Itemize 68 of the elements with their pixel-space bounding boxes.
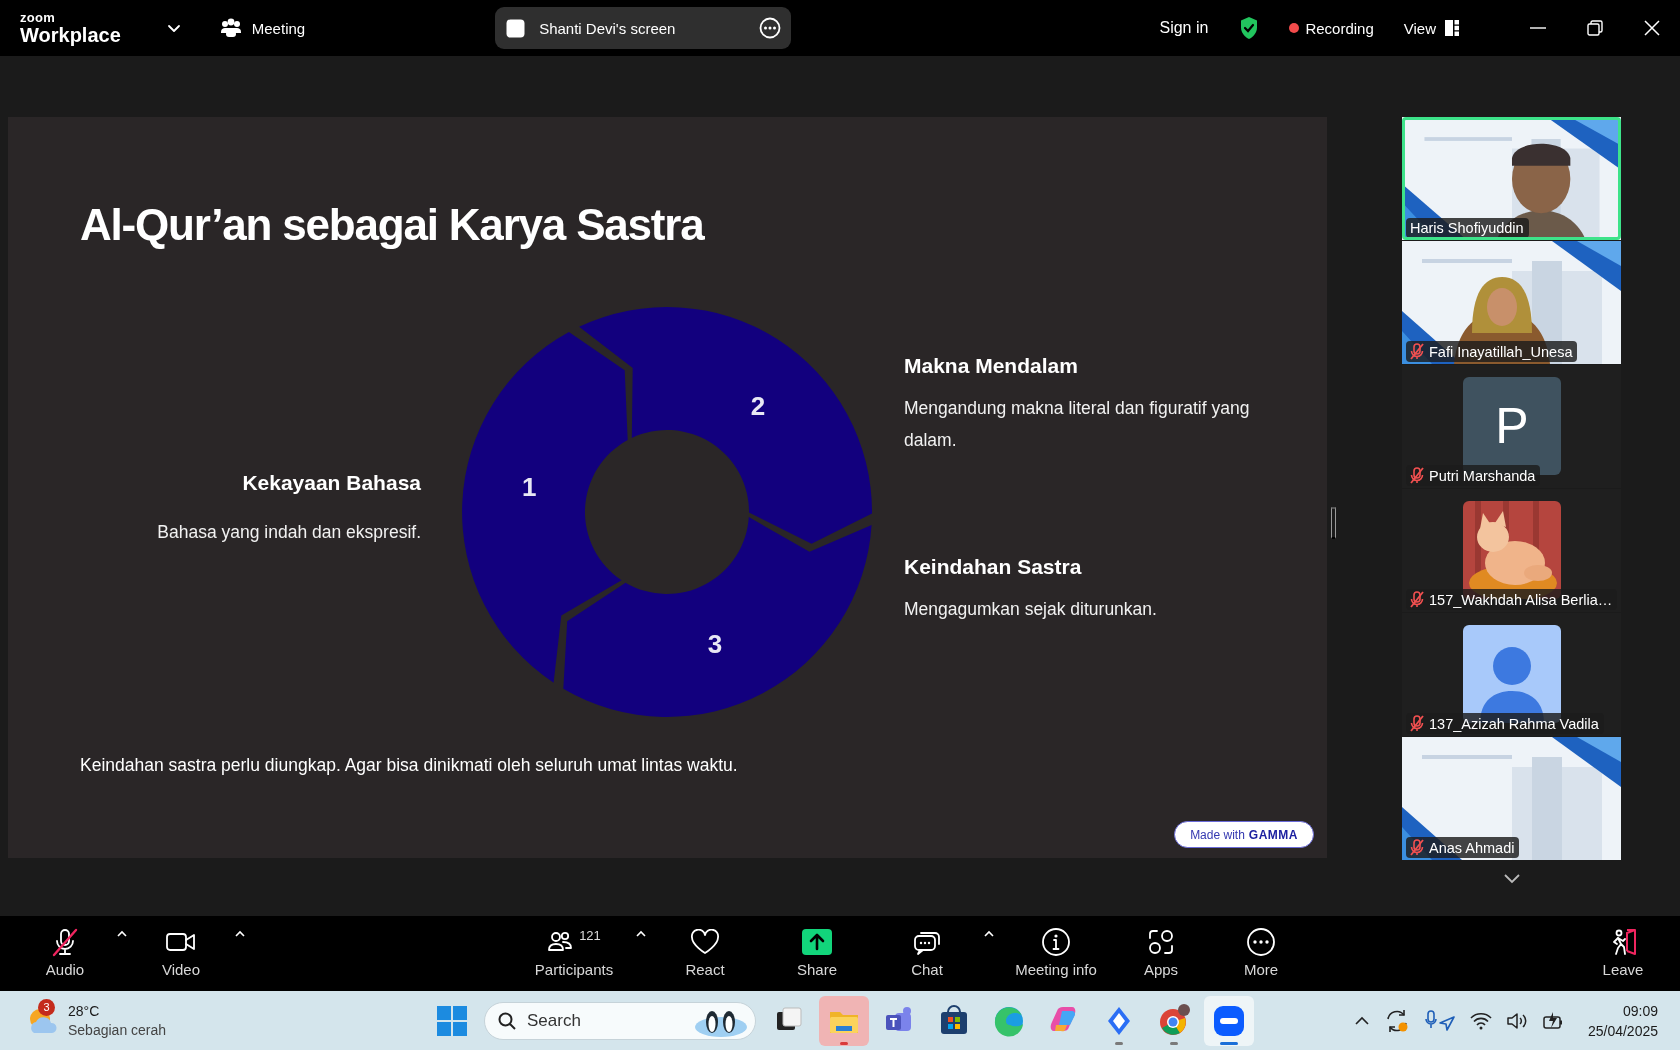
point-heading: Makna Mendalam xyxy=(904,353,1079,379)
caret-up-icon xyxy=(636,930,646,937)
weather-widget[interactable]: 3 28°C Sebagian cerah xyxy=(26,1001,167,1040)
mic-location-icon xyxy=(1423,1008,1456,1033)
people-icon xyxy=(219,18,242,38)
view-button[interactable]: View xyxy=(1403,19,1459,37)
chevron-up-icon xyxy=(1353,1015,1370,1026)
point-text: Mengandung makna literal dan figuratif yang dalam. xyxy=(904,397,1251,452)
caret-up-icon xyxy=(235,930,245,937)
participant-name: Fafi Inayatillah_Unesa xyxy=(1406,341,1578,362)
minimize-icon xyxy=(1529,27,1546,29)
toolbar-button[interactable]: Apps xyxy=(1111,916,1211,978)
search-field[interactable]: Search xyxy=(484,1001,756,1040)
segment-number: 2 xyxy=(750,390,766,421)
windows-icon xyxy=(437,1005,467,1036)
volume-icon xyxy=(1505,1011,1528,1030)
clock[interactable]: 09:09 25/04/2025 xyxy=(1587,1000,1658,1041)
brand-name: Workplace xyxy=(20,25,121,45)
close-icon xyxy=(1643,20,1660,36)
segment-number: 3 xyxy=(707,628,723,659)
share-title: Shanti Devi's screen xyxy=(539,19,677,37)
info-icon xyxy=(1041,927,1071,957)
point-text: Mengagumkan sejak diturunkan. xyxy=(904,598,1158,621)
brand-logo-small: zoom xyxy=(20,11,57,24)
battery-charging-icon xyxy=(1541,1010,1564,1031)
point-heading: Keindahan Sastra xyxy=(904,554,1083,580)
heart-icon xyxy=(690,929,720,955)
wifi-icon xyxy=(1469,1011,1492,1030)
toolbar-button[interactable]: Leave xyxy=(1588,916,1658,991)
more-icon xyxy=(759,17,782,39)
slide-footer-text: Keindahan sastra perlu diungkap. Agar bisa dinikmati oleh seluruh umat lintas waktu. xyxy=(80,755,739,776)
participant-count: 121 xyxy=(579,928,601,943)
search-icon xyxy=(498,1011,516,1030)
resize-handle[interactable] xyxy=(1331,507,1336,539)
slide-title: Al-Qur’an sebagai Karya Sastra xyxy=(80,201,706,250)
meeting-menu[interactable]: Meeting xyxy=(215,14,310,42)
participant-name: Haris Shofiyuddin xyxy=(1406,218,1529,238)
participant-name: Anas Ahmadi xyxy=(1406,837,1520,858)
share-icon xyxy=(802,929,832,955)
scroll-down-button[interactable] xyxy=(1502,873,1521,885)
segment-number: 1 xyxy=(522,471,537,502)
people-icon xyxy=(547,930,574,954)
caret-up-icon xyxy=(984,930,994,937)
toolbar-button[interactable]: React xyxy=(653,916,757,978)
toolbar-button[interactable]: More xyxy=(1211,916,1311,978)
recording-dot-icon xyxy=(1289,23,1300,33)
toolbar-button[interactable]: Video xyxy=(134,916,228,991)
toolbar-button[interactable]: Meeting info xyxy=(1001,916,1111,978)
point-heading: Kekayaan Bahasa xyxy=(241,470,421,496)
notification-badge: 3 xyxy=(38,998,55,1016)
restore-icon xyxy=(1586,20,1603,36)
caret-up-icon xyxy=(117,930,127,937)
point-text: Bahasa yang indah dan ekspresif. xyxy=(156,521,421,544)
recording-label: Recording xyxy=(1305,19,1374,37)
toolbar-button[interactable]: Share xyxy=(757,916,877,978)
camera-icon xyxy=(165,930,197,954)
toolbar-button[interactable]: 121 Participants xyxy=(519,916,629,978)
more-options-button[interactable] xyxy=(759,17,782,39)
toolbar-button[interactable]: Audio xyxy=(20,916,110,991)
more-icon xyxy=(1246,927,1276,957)
square-icon xyxy=(506,18,526,38)
shield-check-icon xyxy=(1239,16,1260,40)
apps-icon xyxy=(1147,928,1175,956)
sign-in-link[interactable]: Sign in xyxy=(1159,19,1209,37)
made-with-badge[interactable]: Made with GAMMA xyxy=(1174,821,1314,848)
chevron-down-icon xyxy=(1502,873,1521,885)
toolbar-button[interactable]: Chat xyxy=(877,916,977,978)
layout-icon xyxy=(1445,20,1459,36)
